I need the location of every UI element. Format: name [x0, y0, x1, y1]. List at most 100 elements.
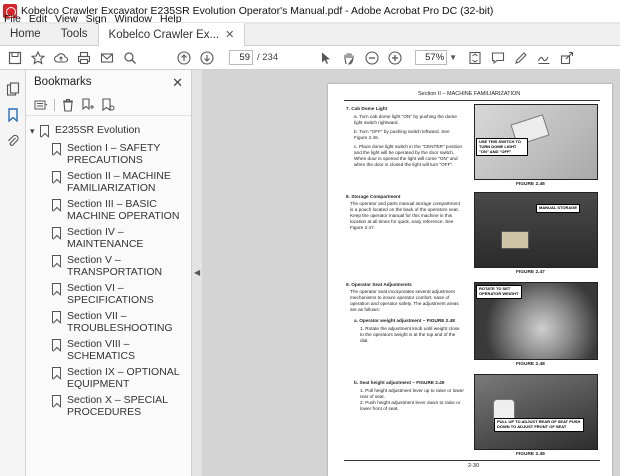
section-8-title: 8. Storage Compartment [346, 194, 401, 199]
close-icon[interactable]: ✕ [225, 28, 234, 41]
bookmark-root-label: E235SR Evolution [55, 124, 141, 136]
zoom-in-icon[interactable] [387, 50, 403, 66]
bookmark-icon [52, 395, 61, 407]
section-7-step-b: b. Turn "OFF" by pushing switch leftward… [354, 129, 450, 140]
bookmark-item[interactable]: Section II – MACHINE FAMILIARIZATION [26, 170, 191, 194]
bookmark-root[interactable]: ▾ E235SR Evolution [26, 124, 191, 142]
figure-2-49-caption: FIGURE 2.49 [516, 452, 545, 457]
section-9-step-a1: 1. Rotate the adjustment knob until weig… [360, 326, 460, 343]
bookmark-item[interactable]: Section V – TRANSPORTATION [26, 254, 191, 278]
comment-icon[interactable] [490, 50, 506, 66]
bookmark-label: Section X – SPECIAL PROCEDURES [67, 394, 168, 418]
toolbar: 59 / 234 57% ▼ [0, 46, 620, 70]
bookmark-label: Section I – SAFETY PRECAUTIONS [67, 142, 161, 166]
bookmark-icon [52, 227, 61, 239]
sign-icon[interactable] [536, 50, 552, 66]
zoom-input[interactable]: 57% [415, 50, 448, 65]
section-8-body: The operator and parts manual storage co… [350, 201, 460, 230]
page-footer: 2-30 [468, 463, 480, 469]
bookmark-label: Section VIII – SCHEMATICS [67, 338, 136, 362]
pdf-page: Section II – MACHINE FAMILIARIZATION 7. … [328, 84, 612, 476]
page-number-input[interactable]: 59 [229, 50, 253, 65]
page-total: / 234 [257, 52, 279, 63]
bookmark-item[interactable]: Section VI – SPECIFICATIONS [26, 282, 191, 306]
bookmark-icon [52, 283, 61, 295]
bookmark-icon [40, 125, 49, 137]
bookmark-label: Section III – BASIC MACHINE OPERATION [67, 198, 180, 222]
bookmark-panel-icon[interactable] [6, 108, 20, 123]
section-7-step-a: a. Turn cab dome light "ON" by pushing t… [354, 114, 457, 125]
bookmark-item[interactable]: Section IV – MAINTENANCE [26, 226, 191, 250]
copy-pages-icon[interactable] [6, 82, 20, 96]
document-area[interactable]: Section II – MACHINE FAMILIARIZATION 7. … [202, 70, 620, 476]
bookmark-icon [52, 339, 61, 351]
page-down-icon[interactable] [199, 50, 215, 66]
tab-tools[interactable]: Tools [51, 23, 98, 45]
upload-cloud-icon[interactable] [53, 50, 69, 66]
bookmark-label: Section II – MACHINE FAMILIARIZATION [67, 170, 171, 194]
section-9-step-b1: 1. Pull height adjustment lever up to ra… [360, 388, 464, 399]
tab-row: Home Tools Kobelco Crawler Ex... ✕ [0, 23, 620, 46]
manual-shape [501, 231, 529, 249]
left-rail [0, 70, 26, 476]
email-icon[interactable] [99, 50, 115, 66]
options-menu-icon[interactable] [34, 98, 48, 112]
bookmark-icon [52, 311, 61, 323]
search-icon[interactable] [122, 50, 138, 66]
fit-page-icon[interactable] [467, 50, 483, 66]
page-navigator: 59 / 234 [229, 50, 278, 65]
figure-2-46-caption: FIGURE 2.46 [516, 182, 545, 187]
close-panel-icon[interactable]: ✕ [172, 75, 183, 91]
figure-2-48-callout: ROTATE TO SET OPERATOR WEIGHT [476, 285, 522, 299]
header-rule [344, 100, 600, 101]
bookmark-item[interactable]: Section VIII – SCHEMATICS [26, 338, 191, 362]
figure-2-46-callout: USE THIS SWITCH TO TURN DOME LIGHT "ON" … [476, 138, 528, 157]
delete-bookmark-icon[interactable] [61, 98, 75, 112]
section-9-step-a: a. Operator weight adjustment – FIGURE 2… [354, 318, 455, 323]
section-9-step-b2: 2. Push height adjustment lever down to … [360, 400, 461, 411]
select-cursor-icon[interactable] [318, 50, 334, 66]
tab-document[interactable]: Kobelco Crawler Ex... ✕ [97, 23, 246, 46]
bookmark-label: Section VII – TROUBLESHOOTING [67, 310, 173, 334]
tab-document-label: Kobelco Crawler Ex... [108, 28, 220, 41]
bookmark-label: Section V – TRANSPORTATION [67, 254, 163, 278]
section-7-title: 7. Cab Dome Light [346, 106, 388, 111]
bookmark-star-icon[interactable] [30, 50, 46, 66]
share-icon[interactable] [559, 50, 575, 66]
hand-tool-icon[interactable] [341, 50, 357, 66]
attachment-icon[interactable] [6, 134, 20, 148]
figure-2-49-callout: PULL UP TO ADJUST REAR OF SEAT PUSH DOWN… [494, 418, 584, 432]
bookmark-icon [52, 171, 61, 183]
page-up-icon[interactable] [176, 50, 192, 66]
bookmark-item[interactable]: Section I – SAFETY PRECAUTIONS [26, 142, 191, 166]
bookmark-item[interactable]: Section VII – TROUBLESHOOTING [26, 310, 191, 334]
bookmark-icon [52, 255, 61, 267]
save-icon[interactable] [7, 50, 23, 66]
chevron-down-icon[interactable]: ▼ [449, 53, 457, 62]
bookmark-icon [52, 199, 61, 211]
page-header: Section II – MACHINE FAMILIARIZATION [418, 91, 521, 97]
bookmark-label: Section IX – OPTIONAL EQUIPMENT [67, 366, 180, 390]
section-7-step-c: c. Place dome light switch in the "CENTE… [354, 144, 463, 167]
chevron-down-icon[interactable]: ▾ [30, 126, 40, 137]
tagged-bookmark-icon[interactable] [101, 97, 115, 112]
new-bookmark-icon[interactable] [81, 97, 95, 112]
tab-home[interactable]: Home [0, 23, 51, 45]
bookmark-item[interactable]: Section III – BASIC MACHINE OPERATION [26, 198, 191, 222]
collapse-arrow-icon[interactable]: ◀ [194, 268, 200, 277]
panel-splitter[interactable]: ◀ [192, 70, 202, 476]
figure-2-48-caption: FIGURE 2.48 [516, 362, 545, 367]
toolbar-divider [54, 98, 55, 111]
bookmark-icon [52, 367, 61, 379]
bookmark-item[interactable]: Section X – SPECIAL PROCEDURES [26, 394, 191, 418]
print-icon[interactable] [76, 50, 92, 66]
bookmark-tree: ▾ E235SR Evolution Section I – SAFETY PR… [26, 116, 191, 418]
section-9-body: The operator seat incorporates several a… [350, 289, 459, 312]
section-9-title: 9. Operator Seat Adjustments [346, 282, 412, 287]
zoom-out-icon[interactable] [364, 50, 380, 66]
highlight-pen-icon[interactable] [513, 50, 529, 66]
zoom-control: 57% ▼ [409, 50, 457, 65]
figure-2-47-caption: FIGURE 2.47 [516, 270, 545, 275]
bookmark-item[interactable]: Section IX – OPTIONAL EQUIPMENT [26, 366, 191, 390]
bookmarks-title: Bookmarks [34, 76, 92, 88]
